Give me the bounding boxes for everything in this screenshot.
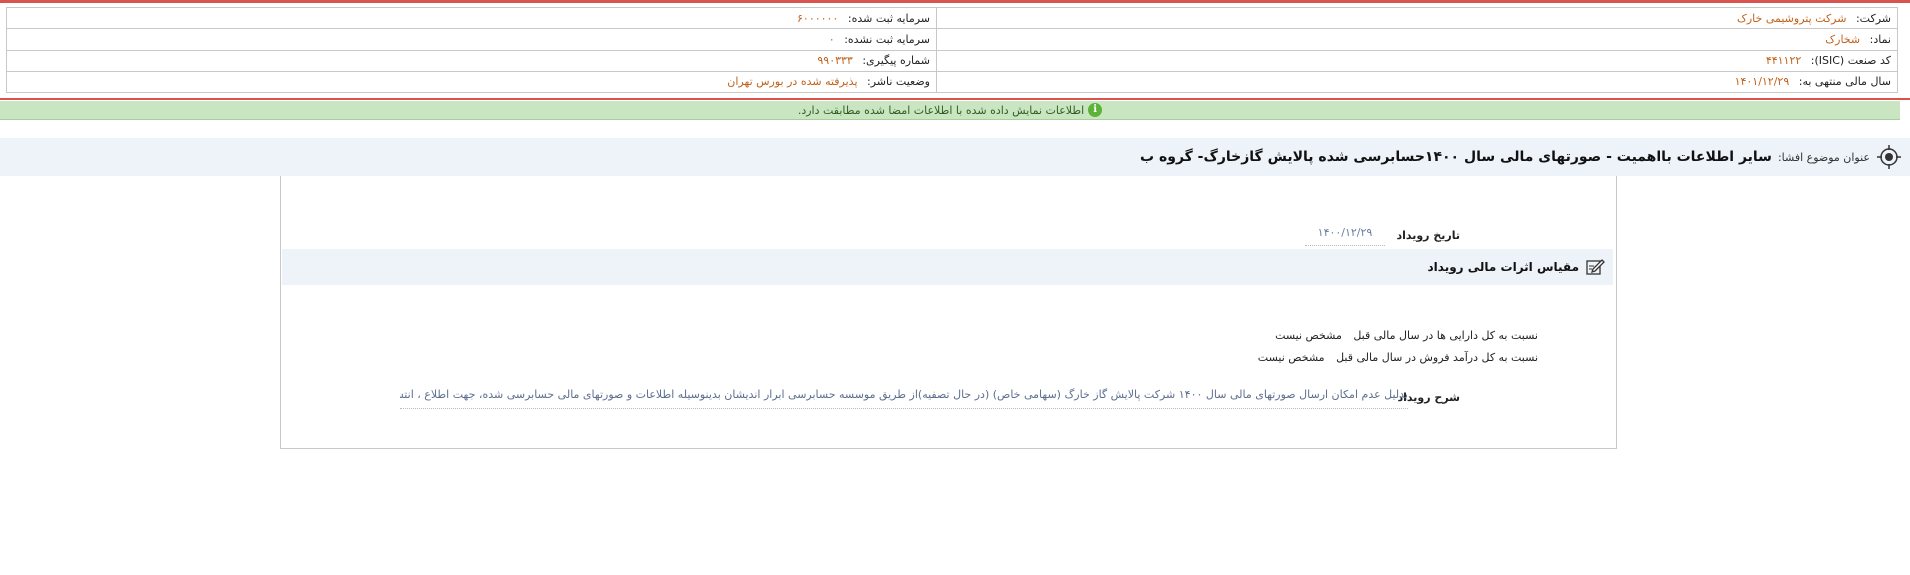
- company-cell: شرکت: شرکت پتروشیمی خارک: [936, 6, 1898, 30]
- revenue-ratio-row: نسبت به کل درآمد فروش در سال مالی قبل مش…: [1258, 351, 1538, 364]
- symbol-label: نماد:: [1869, 32, 1891, 46]
- revenue-ratio-label: نسبت به کل درآمد فروش در سال مالی قبل: [1336, 351, 1538, 364]
- tracking-label: شماره پیگیری:: [862, 54, 930, 68]
- capital-unregistered-label: سرمایه ثبت نشده:: [844, 32, 930, 46]
- fiscal-value: ۱۴۰۱/۱۲/۲۹: [1734, 75, 1790, 89]
- capital-registered-cell: سرمایه ثبت شده: ۶۰۰۰۰۰۰: [6, 6, 937, 30]
- top-red-line: [0, 0, 1910, 3]
- company-value[interactable]: شرکت پتروشیمی خارک: [1737, 12, 1846, 25]
- divider-red-line: [0, 98, 1910, 100]
- capital-unregistered-cell: سرمایه ثبت نشده: ۰: [6, 28, 937, 51]
- fiscal-label: سال مالی منتهی به:: [1798, 75, 1891, 89]
- subject-label: عنوان موضوع افشا:: [1777, 150, 1870, 164]
- company-info-table: شرکت: شرکت پتروشیمی خارک سرمایه ثبت شده:…: [6, 6, 1898, 94]
- subject-title: سایر اطلاعات بااهمیت - صورتهای مالی سال …: [1140, 149, 1772, 165]
- event-date-value: ۱۴۰۰/۱۲/۲۹: [1305, 226, 1385, 246]
- edit-icon: [1586, 259, 1605, 275]
- subject-header: عنوان موضوع افشا: سایر اطلاعات بااهمیت -…: [0, 138, 1910, 176]
- symbol-value[interactable]: شخارک: [1825, 33, 1860, 46]
- verification-message: اطلاعات نمایش داده شده با اطلاعات امضا ش…: [797, 103, 1085, 117]
- isic-label: کد صنعت (ISIC):: [1810, 54, 1891, 68]
- verification-banner: i اطلاعات نمایش داده شده با اطلاعات امضا…: [0, 101, 1900, 120]
- publisher-status-value: پذیرفته شده در بورس تهران: [727, 75, 858, 89]
- info-row: کد صنعت (ISIC): ۴۴۱۱۲۲ شماره پیگیری: ۹۹۰…: [6, 49, 1898, 72]
- capital-registered-label: سرمایه ثبت شده:: [847, 11, 930, 25]
- symbol-cell: نماد: شخارک: [936, 28, 1898, 51]
- isic-value: ۴۴۱۱۲۲: [1765, 54, 1802, 68]
- tracking-cell: شماره پیگیری: ۹۹۰۳۳۳: [6, 49, 937, 72]
- event-description-value: بدلیل عدم امکان ارسال صورتهای مالی سال ۱…: [400, 388, 1408, 409]
- assets-ratio-row: نسبت به کل دارایی ها در سال مالی قبل مشخ…: [1275, 329, 1538, 342]
- info-row: نماد: شخارک سرمایه ثبت نشده: ۰: [6, 28, 1898, 51]
- financial-effects-title: مقیاس اثرات مالی رویداد: [1427, 260, 1579, 274]
- publisher-status-label: وضعیت ناشر:: [867, 75, 930, 89]
- company-label: شرکت:: [1855, 11, 1891, 25]
- assets-ratio-label: نسبت به کل دارایی ها در سال مالی قبل: [1353, 329, 1538, 342]
- capital-unregistered-value: ۰: [828, 32, 835, 46]
- financial-effects-header: مقیاس اثرات مالی رویداد: [282, 249, 1613, 285]
- info-row: سال مالی منتهی به: ۱۴۰۱/۱۲/۲۹ وضعیت ناشر…: [6, 70, 1898, 94]
- assets-ratio-value: مشخص نیست: [1275, 329, 1342, 342]
- revenue-ratio-value: مشخص نیست: [1257, 351, 1325, 364]
- tracking-value: ۹۹۰۳۳۳: [817, 54, 853, 68]
- fiscal-cell: سال مالی منتهی به: ۱۴۰۱/۱۲/۲۹: [936, 70, 1898, 94]
- event-date-label: تاریخ رویداد: [1396, 229, 1460, 242]
- capital-registered-value: ۶۰۰۰۰۰۰: [797, 11, 839, 25]
- isic-cell: کد صنعت (ISIC): ۴۴۱۱۲۲: [936, 49, 1898, 72]
- publisher-status-cell: وضعیت ناشر: پذیرفته شده در بورس تهران: [6, 70, 937, 94]
- info-row: شرکت: شرکت پتروشیمی خارک سرمایه ثبت شده:…: [6, 6, 1898, 30]
- info-icon: i: [1088, 103, 1103, 117]
- target-icon: [1877, 145, 1901, 169]
